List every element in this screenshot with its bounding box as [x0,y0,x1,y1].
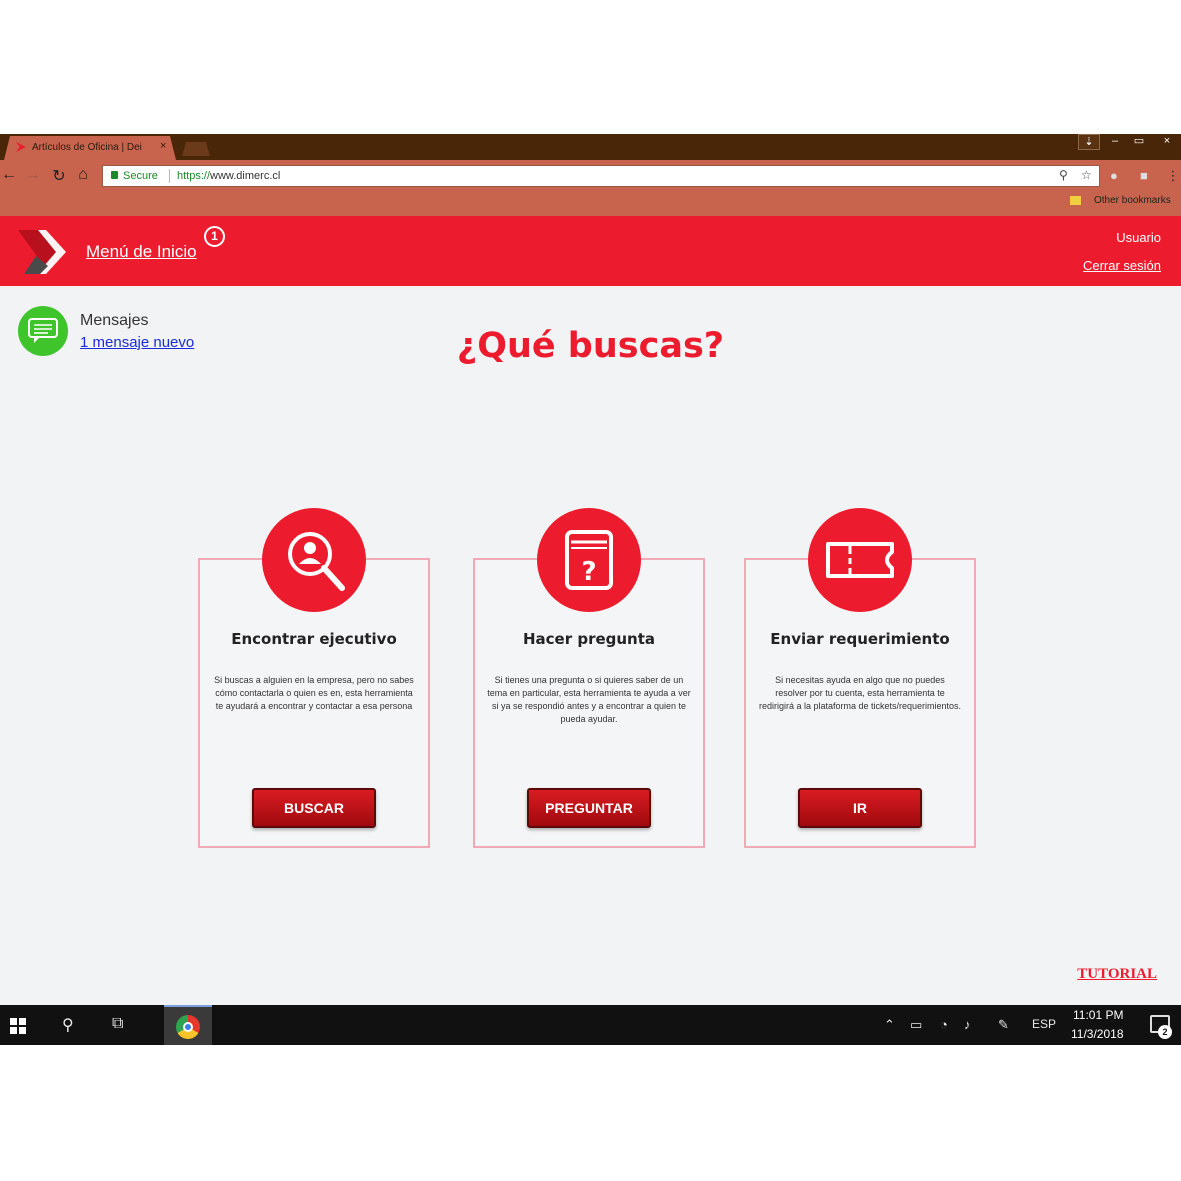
folder-icon [1070,196,1081,205]
home-icon[interactable]: ⌂ [74,166,92,184]
home-menu-link[interactable]: Menú de Inicio [86,242,197,262]
url-protocol: https:// [177,170,211,182]
search-icon[interactable]: ⚲ [62,1015,74,1035]
go-button[interactable]: IR [798,788,922,828]
card-title: Enviar requerimiento [770,630,950,648]
close-window-button[interactable]: × [1156,134,1178,150]
card-title: Hacer pregunta [522,630,656,648]
browser-tab-strip: Artículos de Oficina | Dei × ⇣ – ▭ × [0,134,1181,160]
chrome-taskbar-button[interactable] [164,1005,212,1045]
chevron-up-icon[interactable]: ⌃ [884,1017,895,1033]
ticket-icon [808,508,912,612]
forward-icon[interactable]: → [24,166,42,184]
screen: Artículos de Oficina | Dei × ⇣ – ▭ × ← →… [0,134,1181,1045]
dimerc-logo [18,230,66,274]
app-header: Menú de Inicio 1 Usuario Cerrar sesión [0,216,1181,286]
card-description: Si tienes una pregunta o si quieres sabe… [487,675,691,724]
maximize-button[interactable]: ▭ [1128,134,1150,150]
url-text[interactable]: https://www.dimerc.cl [177,170,280,182]
search-person-icon [262,508,366,612]
back-icon[interactable]: ← [0,166,18,184]
card-title: Encontrar ejecutivo [231,630,397,648]
menu-icon[interactable]: ⋮ [1164,168,1181,184]
windows-taskbar: ⚲ ⧉ ⌃ ▭ ◔ ♪ ✎ ESP 11:01 PM 11/3/2018 2 [0,1005,1181,1045]
address-bar[interactable]: Secure https://www.dimerc.cl ⚲ ☆ [102,165,1100,187]
reload-icon[interactable]: ↻ [50,166,68,186]
card-description: Si buscas a alguien en la empresa, pero … [214,675,414,711]
browser-tab[interactable]: Artículos de Oficina | Dei × [4,136,176,160]
pen-icon[interactable]: ✎ [998,1017,1009,1033]
search-icon[interactable]: ⚲ [1059,168,1068,182]
logout-link[interactable]: Cerrar sesión [1083,258,1161,273]
card-description: Si necesitas ayuda en algo que no puedes… [758,675,962,711]
question-card-icon: ? [537,508,641,612]
lock-icon [111,171,118,179]
secure-label: Secure [123,170,158,182]
pdf-extension-icon[interactable]: ■ [1140,168,1148,183]
extension-icon[interactable]: ● [1110,168,1118,183]
clock-time[interactable]: 11:01 PM [1073,1008,1123,1022]
volume-icon[interactable]: ♪ [964,1017,971,1032]
windows-start-icon[interactable] [10,1018,26,1034]
notification-count: 2 [1158,1025,1172,1039]
url-host: www.dimerc.cl [210,170,281,182]
page-title: ¿Qué buscas? [456,326,725,366]
other-bookmarks[interactable]: Other bookmarks [1094,195,1171,206]
language-indicator[interactable]: ESP [1032,1017,1056,1031]
card-send-request: Enviar requerimiento Si necesitas ayuda … [744,508,976,848]
tab-close-icon[interactable]: × [160,140,166,152]
chrome-icon [176,1015,200,1039]
wifi-icon[interactable]: ◔ [940,1017,948,1032]
new-tab-button[interactable] [182,142,210,156]
svg-text:?: ? [581,557,596,587]
browser-toolbar: ← → ↻ ⌂ Secure https://www.dimerc.cl ⚲ ☆… [0,160,1181,216]
ask-button[interactable]: PREGUNTAR [527,788,651,828]
site-favicon-icon [16,142,26,152]
profile-button[interactable]: ⇣ [1078,134,1100,150]
clock-date[interactable]: 11/3/2018 [1071,1027,1124,1041]
task-view-icon[interactable]: ⧉ [112,1015,123,1033]
tutorial-link[interactable]: TUTORIAL [1077,966,1157,983]
card-ask-question: ? Hacer pregunta Si tienes una pregunta … [473,508,705,848]
user-label[interactable]: Usuario [1116,230,1161,245]
notification-badge[interactable]: 1 [204,226,225,247]
star-icon[interactable]: ☆ [1081,168,1092,182]
tab-title: Artículos de Oficina | Dei [32,142,142,153]
search-button[interactable]: BUSCAR [252,788,376,828]
minimize-button[interactable]: – [1104,134,1126,150]
card-find-executive: Encontrar ejecutivo Si buscas a alguien … [198,508,430,848]
omnibox-divider [169,169,170,183]
battery-icon[interactable]: ▭ [910,1017,922,1033]
